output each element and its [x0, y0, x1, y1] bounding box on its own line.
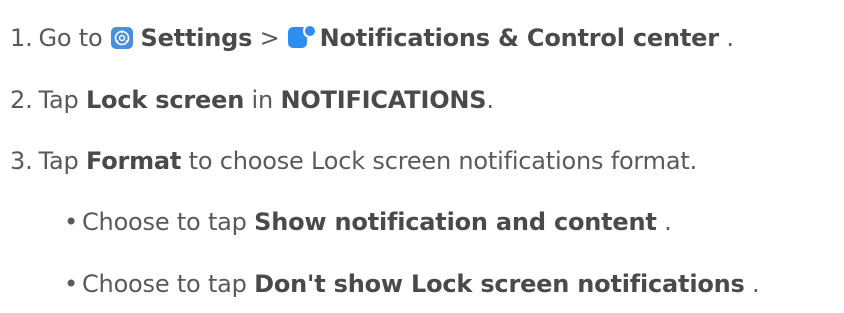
option-text: Choose to tap [82, 208, 247, 236]
option-list-item: • Choose to tap Show notification and con… [64, 207, 672, 237]
step-end: . [726, 24, 734, 52]
step-number: 2. [10, 86, 33, 114]
notifications-section: NOTIFICATIONS [280, 86, 487, 114]
bullet: • [64, 208, 78, 236]
show-notification-content-option[interactable]: Show notification and content [254, 208, 657, 236]
settings-icon [110, 27, 133, 49]
step-3: 3. Tap Format to choose Lock screen notif… [10, 146, 697, 176]
bullet: • [64, 270, 78, 298]
breadcrumb-separator: > [259, 24, 280, 52]
option-end: . [752, 270, 760, 298]
option-end: . [664, 208, 672, 236]
step-text: to choose Lock screen notifications form… [188, 147, 698, 175]
format-option[interactable]: Format [86, 147, 181, 175]
step-2: 2. Tap Lock screen in NOTIFICATIONS. [10, 85, 494, 115]
option-text: Choose to tap [82, 270, 247, 298]
step-number: 1. [10, 24, 33, 52]
step-text: Tap [38, 147, 79, 175]
notifications-icon [287, 24, 317, 49]
dont-show-notifications-option[interactable]: Don't show Lock screen notifications [254, 270, 745, 298]
step-number: 3. [10, 147, 33, 175]
settings-link[interactable]: Settings [141, 24, 253, 52]
step-end: . [486, 86, 494, 114]
step-text: Tap [38, 86, 79, 114]
step-text: in [251, 86, 274, 114]
step-1: 1. Go to Settings > Notifications & Control… [10, 23, 734, 53]
notifications-link[interactable]: Notifications & Control center [320, 24, 720, 52]
option-list-item: • Choose to tap Don't show Lock screen no… [64, 269, 760, 299]
lock-screen-option[interactable]: Lock screen [86, 86, 244, 114]
step-text: Go to [38, 24, 103, 52]
instructions-document: 1. Go to Settings > Notifications & Control… [0, 0, 844, 313]
